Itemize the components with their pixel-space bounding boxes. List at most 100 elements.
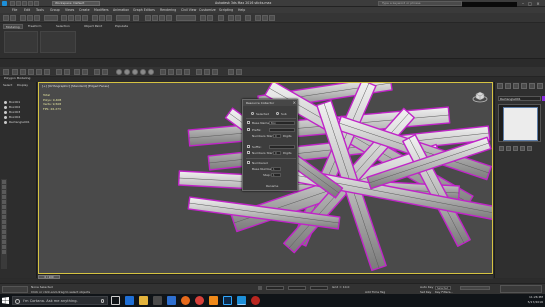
scene-object-row[interactable]: Box002 [9,105,20,109]
microphone-icon[interactable] [101,299,104,303]
close-icon[interactable]: × [535,1,541,6]
array-icon[interactable] [56,69,62,75]
unlink-icon[interactable] [27,15,33,21]
helper-icon[interactable] [176,69,182,75]
menu-customize[interactable]: Customize [199,8,216,12]
auto-key-button[interactable]: Auto Key [420,285,433,289]
redo-icon[interactable] [10,15,16,21]
menu-animation[interactable]: Animation [113,8,129,12]
scene-object-row[interactable]: Rectangle001 [9,120,30,124]
menu-create[interactable]: Create [79,8,90,12]
remove-last-spinner[interactable]: 0 [273,150,281,155]
open-file-icon[interactable] [16,1,21,6]
lock-selection-icon[interactable] [258,286,262,290]
explorer-tab-select[interactable]: Select [3,83,12,87]
mirror-tool-icon[interactable] [64,69,70,75]
prefix-input[interactable] [269,127,295,132]
bind-space-warp-icon[interactable] [34,15,40,21]
filter-none-icon[interactable] [2,245,6,249]
camera-icon[interactable] [168,69,174,75]
modifier-stack[interactable] [498,104,541,142]
utilities-icon[interactable] [212,69,218,75]
visibility-icon[interactable] [4,101,7,104]
menu-rendering[interactable]: Rendering [160,8,176,12]
numbered-checkbox[interactable] [247,161,250,164]
rename-button[interactable]: Rename [266,184,278,188]
3dsmax-app-icon[interactable] [2,1,7,6]
filter-helpers-icon[interactable] [2,200,6,204]
mail-icon[interactable] [167,296,176,305]
render-preset-5-icon[interactable] [148,69,154,75]
viewport-navigation-controls[interactable] [500,285,542,293]
prefix-checkbox[interactable] [247,128,250,131]
dialog-title[interactable]: Resource Collector [243,100,297,106]
menu-edit[interactable]: Edit [24,8,30,12]
filter-all-icon[interactable] [2,240,6,244]
spinner-snap-icon[interactable] [166,15,172,21]
scene-object-row[interactable]: Box004 [9,115,20,119]
filter-groups-icon[interactable] [2,210,6,214]
filter-invert-icon[interactable] [2,250,6,254]
render-preset-2-icon[interactable] [124,69,130,75]
filter-spacewarps-icon[interactable] [2,205,6,209]
workspace-dropdown[interactable]: Workspace: Default [52,1,100,6]
filter-bones-icon[interactable] [2,220,6,224]
menu-scripting[interactable]: Scripting [219,8,233,12]
playback-controls[interactable] [460,286,490,290]
schematic-view-icon[interactable] [235,15,241,21]
menu-tools[interactable]: Tools [36,8,44,12]
region-select-icon[interactable] [75,15,81,21]
menu-modifiers[interactable]: Modifiers [94,8,109,12]
z-coordinate-field[interactable] [310,286,328,290]
task-view-icon[interactable] [111,296,120,305]
snap-toggle-icon[interactable] [145,15,151,21]
base-name-checkbox[interactable] [247,121,250,124]
rendered-frame-window-icon[interactable] [262,15,268,21]
mirror-icon[interactable] [200,15,206,21]
align-icon[interactable] [207,15,213,21]
filter-geometry-icon[interactable] [2,180,6,184]
move-icon[interactable] [92,15,98,21]
remove-last-checkbox[interactable] [247,151,250,154]
help-search-input[interactable]: Type a keyword or phrase [378,1,462,6]
tab-object-paint[interactable]: Object Paint [82,24,104,29]
cortana-search-box[interactable]: I'm Cortana. Ask me anything. [12,296,108,305]
clone-align-icon[interactable] [44,69,50,75]
torus-icon[interactable] [94,69,100,75]
tab-selection[interactable]: Selection [54,24,72,29]
save-file-icon[interactable] [22,1,27,6]
spacing-tool-icon[interactable] [36,69,42,75]
visibility-icon[interactable] [4,116,7,119]
photoshop-icon[interactable] [223,296,232,305]
scene-object-row[interactable]: Box001 [9,100,20,104]
display-tab-icon[interactable] [529,83,535,89]
utilities-tab-icon[interactable] [537,83,543,89]
display-icon[interactable] [204,69,210,75]
tab-populate[interactable]: Populate [113,24,130,29]
motion-tab-icon[interactable] [521,83,527,89]
gradient-icon[interactable] [236,69,242,75]
undo-icon[interactable] [3,15,9,21]
vlc-icon[interactable] [209,296,218,305]
layer-explorer-icon[interactable] [218,15,224,21]
hierarchy-tab-icon[interactable] [513,83,519,89]
light-icon[interactable] [160,69,166,75]
make-unique-icon[interactable] [513,146,518,151]
render-preset-3-icon[interactable] [132,69,138,75]
firefox-icon[interactable] [181,296,190,305]
store-icon[interactable] [153,296,162,305]
filter-frozen-icon[interactable] [2,230,6,234]
new-file-icon[interactable] [10,1,15,6]
menu-graph-editors[interactable]: Graph Editors [133,8,155,12]
file-explorer-icon[interactable] [139,296,148,305]
maxscript-listener-icon[interactable] [2,286,28,293]
system-tray[interactable]: 11:26 PM 5/17/2016 [528,295,543,305]
render-preset-1-icon[interactable] [116,69,122,75]
percent-snap-icon[interactable] [159,15,165,21]
menu-group[interactable]: Group [50,8,60,12]
visibility-icon[interactable] [4,111,7,114]
suffix-checkbox[interactable] [247,145,250,148]
brush-icon[interactable] [12,69,18,75]
curve-editor-icon[interactable] [228,15,234,21]
menu-views[interactable]: Views [65,8,74,12]
